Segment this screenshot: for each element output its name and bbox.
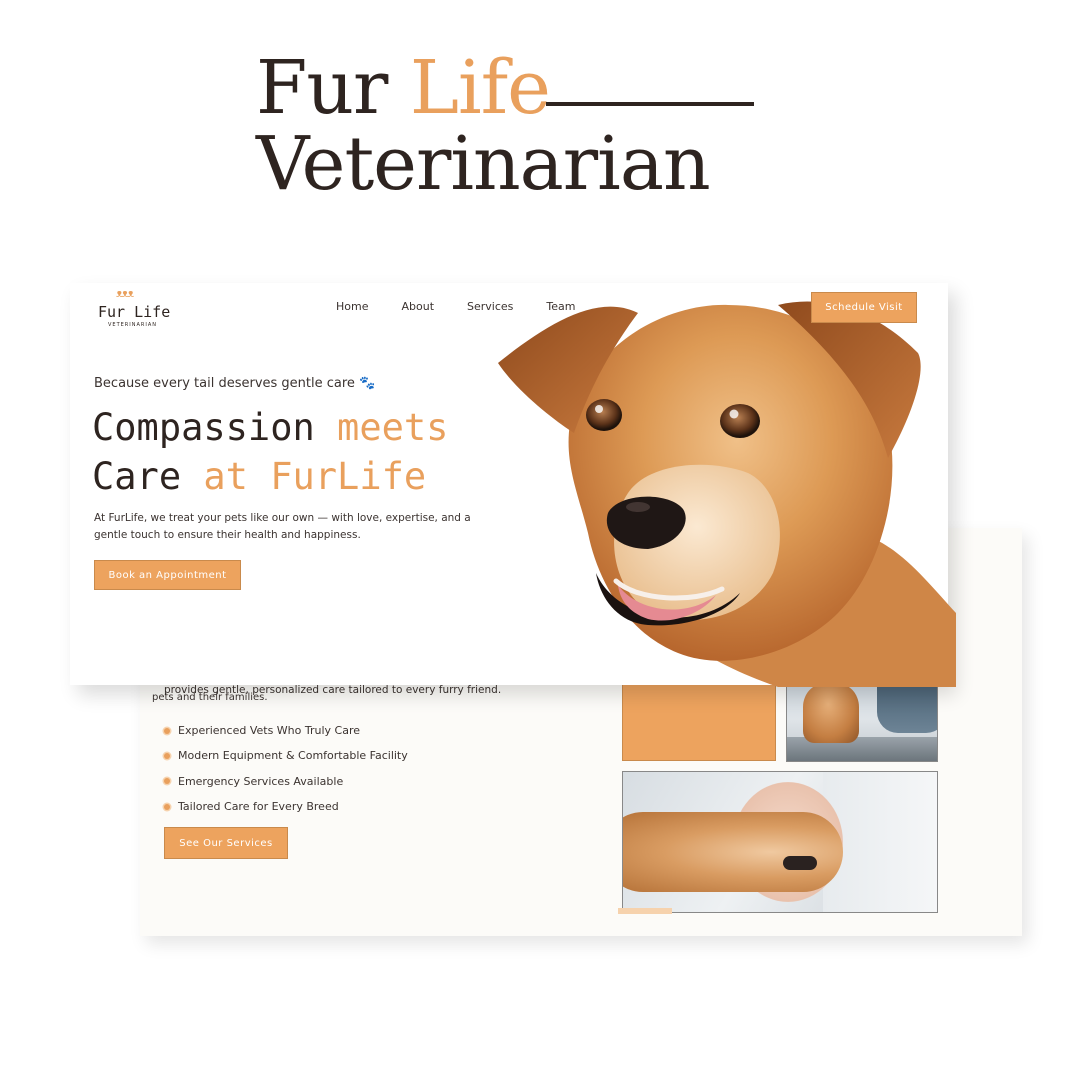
- dog-neck: [628, 533, 956, 687]
- headline-line-2: Care at FurLife: [92, 452, 448, 501]
- logo-word-life: Life: [134, 303, 171, 321]
- paw-in-hand-photo: [622, 771, 938, 913]
- sitting-dog: [803, 683, 859, 743]
- headline-accent: meets: [337, 406, 449, 449]
- title-divider: [546, 102, 754, 106]
- headline-text: Care: [92, 455, 204, 498]
- nav-item-services[interactable]: Services: [467, 300, 513, 313]
- title-word-fur: Fur: [256, 45, 410, 131]
- feature-label: Tailored Care for Every Breed: [178, 800, 339, 814]
- list-item: Experienced Vets Who Truly Care: [164, 718, 408, 743]
- headline-accent: at FurLife: [203, 455, 427, 498]
- logo-word-fur: Fur: [98, 303, 135, 321]
- paw-prints-icon: ᴥᴥᴥ: [116, 287, 134, 300]
- headline-text: Compassion: [92, 406, 338, 449]
- hero-body-text: At FurLife, we treat your pets like our …: [94, 512, 471, 541]
- see-services-button[interactable]: See Our Services: [164, 827, 288, 859]
- book-appointment-button[interactable]: Book an Appointment: [94, 560, 241, 590]
- dog-ear-left: [498, 306, 638, 433]
- dog-eye-right: [720, 404, 760, 438]
- feature-label: Modern Equipment & Comfortable Facility: [178, 749, 408, 763]
- accent-bar: [618, 908, 672, 914]
- title-line-1: Fur Life: [256, 48, 710, 128]
- bullet-icon: [164, 778, 170, 785]
- dog-head: [568, 304, 893, 661]
- dog-mouth: [596, 573, 740, 626]
- schedule-visit-button[interactable]: Schedule Visit: [811, 292, 917, 323]
- nav-item-contact[interactable]: Contact: [608, 300, 651, 313]
- list-item: Emergency Services Available: [164, 769, 408, 794]
- hero-headline: Compassion meets Care at FurLife: [92, 403, 448, 501]
- feature-label: Emergency Services Available: [178, 774, 344, 788]
- list-item: Modern Equipment & Comfortable Facility: [164, 743, 408, 768]
- bullet-icon: [164, 803, 170, 810]
- dog-paw: [623, 812, 843, 892]
- highlight-box-text: pets and their families.: [152, 692, 268, 703]
- bullet-icon: [164, 752, 170, 759]
- feature-list: Experienced Vets Who Truly Care Modern E…: [164, 718, 408, 819]
- dog-ear-right: [778, 301, 921, 458]
- nav-item-home[interactable]: Home: [336, 300, 368, 313]
- nav-item-team[interactable]: Team: [546, 300, 575, 313]
- dog-nose: [606, 496, 686, 549]
- title-word-life: Life: [409, 45, 551, 131]
- hero-section-card: ᴥᴥᴥ Fur Life VETERINARIAN Home About Ser…: [70, 283, 956, 687]
- logo-wordmark: Fur Life: [98, 303, 170, 321]
- page-title: Fur Life Veterinarian: [256, 48, 754, 207]
- nav-item-about[interactable]: About: [401, 300, 434, 313]
- brand-logo[interactable]: ᴥᴥᴥ Fur Life VETERINARIAN: [96, 287, 172, 328]
- hero-tagline: Because every tail deserves gentle care …: [94, 376, 376, 391]
- dog-eye-left: [586, 399, 622, 431]
- headline-line-1: Compassion meets: [92, 403, 448, 452]
- logo-subtitle: VETERINARIAN: [108, 322, 158, 328]
- dog-muzzle: [614, 464, 780, 620]
- dog-tongue: [618, 585, 716, 621]
- bullet-icon: [164, 727, 170, 734]
- feature-label: Experienced Vets Who Truly Care: [178, 724, 361, 738]
- main-nav: Home About Services Team Contact: [336, 300, 684, 313]
- dog-portrait-image: [498, 301, 956, 687]
- title-line-2: Veterinarian: [256, 121, 711, 207]
- paw-pad: [783, 856, 817, 870]
- list-item: Tailored Care for Every Breed: [164, 794, 408, 819]
